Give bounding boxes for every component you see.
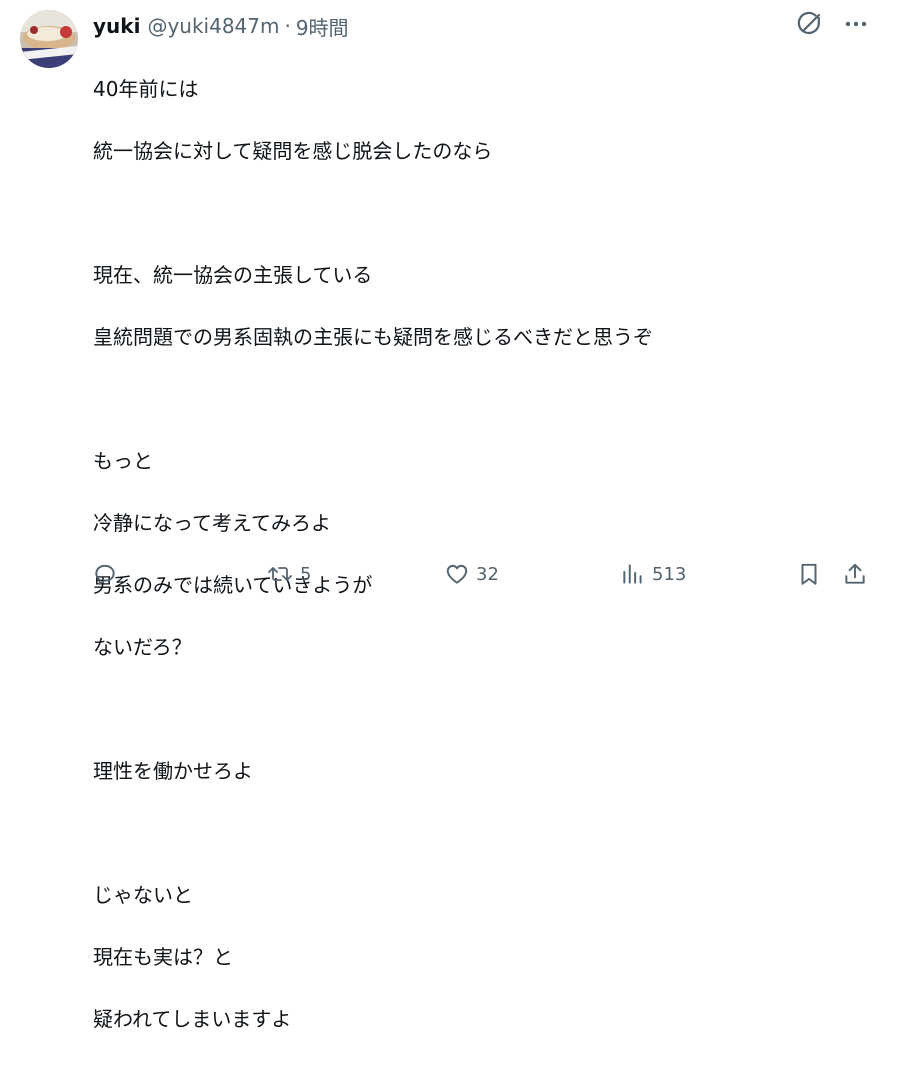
like-count: 32 (476, 563, 499, 585)
tweet-line: 現在も実は？と (93, 945, 233, 969)
share-icon (845, 563, 865, 584)
heart-icon (446, 564, 468, 584)
tweet-line: 疑われてしまいますよ (93, 1007, 292, 1031)
tweet-line: もっと (93, 449, 153, 473)
avatar-image (20, 10, 78, 68)
more-button[interactable] (840, 8, 872, 40)
views-button[interactable]: 513 (620, 554, 686, 594)
retweet-icon (268, 567, 292, 581)
tweet-line (93, 384, 873, 415)
separator-dot: · (284, 14, 291, 38)
bookmark-icon (801, 563, 817, 585)
tweet-line: 40年前には (93, 77, 199, 101)
avatar[interactable] (20, 10, 78, 68)
tweet-line: じゃないと (93, 883, 193, 907)
tweet-line: 統一協会に対して疑問を感じ脱会したのなら (93, 139, 493, 163)
tweet-line (93, 818, 873, 849)
tweet-actions: 5 32 513 (88, 554, 878, 594)
tweet-line: 冷静になって考えてみろよ (93, 511, 331, 535)
retweet-button[interactable]: 5 (266, 554, 311, 594)
retweet-count: 5 (300, 563, 312, 585)
views-count: 513 (652, 563, 687, 585)
reply-icon (95, 564, 115, 585)
tweet-line: 現在、統一協会の主張している (93, 263, 373, 287)
views-icon (623, 564, 642, 584)
grok-button[interactable] (794, 8, 826, 40)
tweet-top-actions (794, 8, 872, 40)
tweet: yuki @yuki4847m · 9時間 40年前には 統一協会に対して疑問を… (0, 0, 900, 1031)
reply-button[interactable] (92, 554, 124, 594)
tweet-line (93, 694, 873, 725)
grok-icon (797, 11, 821, 35)
post-time[interactable]: 9時間 (296, 12, 349, 41)
display-name[interactable]: yuki (93, 14, 140, 38)
tweet-line (93, 198, 873, 229)
tweet-line: 理性を働かせろよ (93, 759, 253, 783)
tweet-line: 皇統問題での男系固執の主張にも疑問を感じるべきだと思うぞ (93, 325, 653, 349)
like-button[interactable]: 32 (444, 554, 499, 594)
more-icon (845, 21, 867, 27)
bookmark-button[interactable] (796, 554, 822, 594)
share-button[interactable] (842, 554, 868, 594)
tweet-header: yuki @yuki4847m · 9時間 (93, 12, 349, 40)
user-handle[interactable]: @yuki4847m (147, 14, 279, 38)
tweet-line: ないだろ？ (93, 635, 192, 659)
